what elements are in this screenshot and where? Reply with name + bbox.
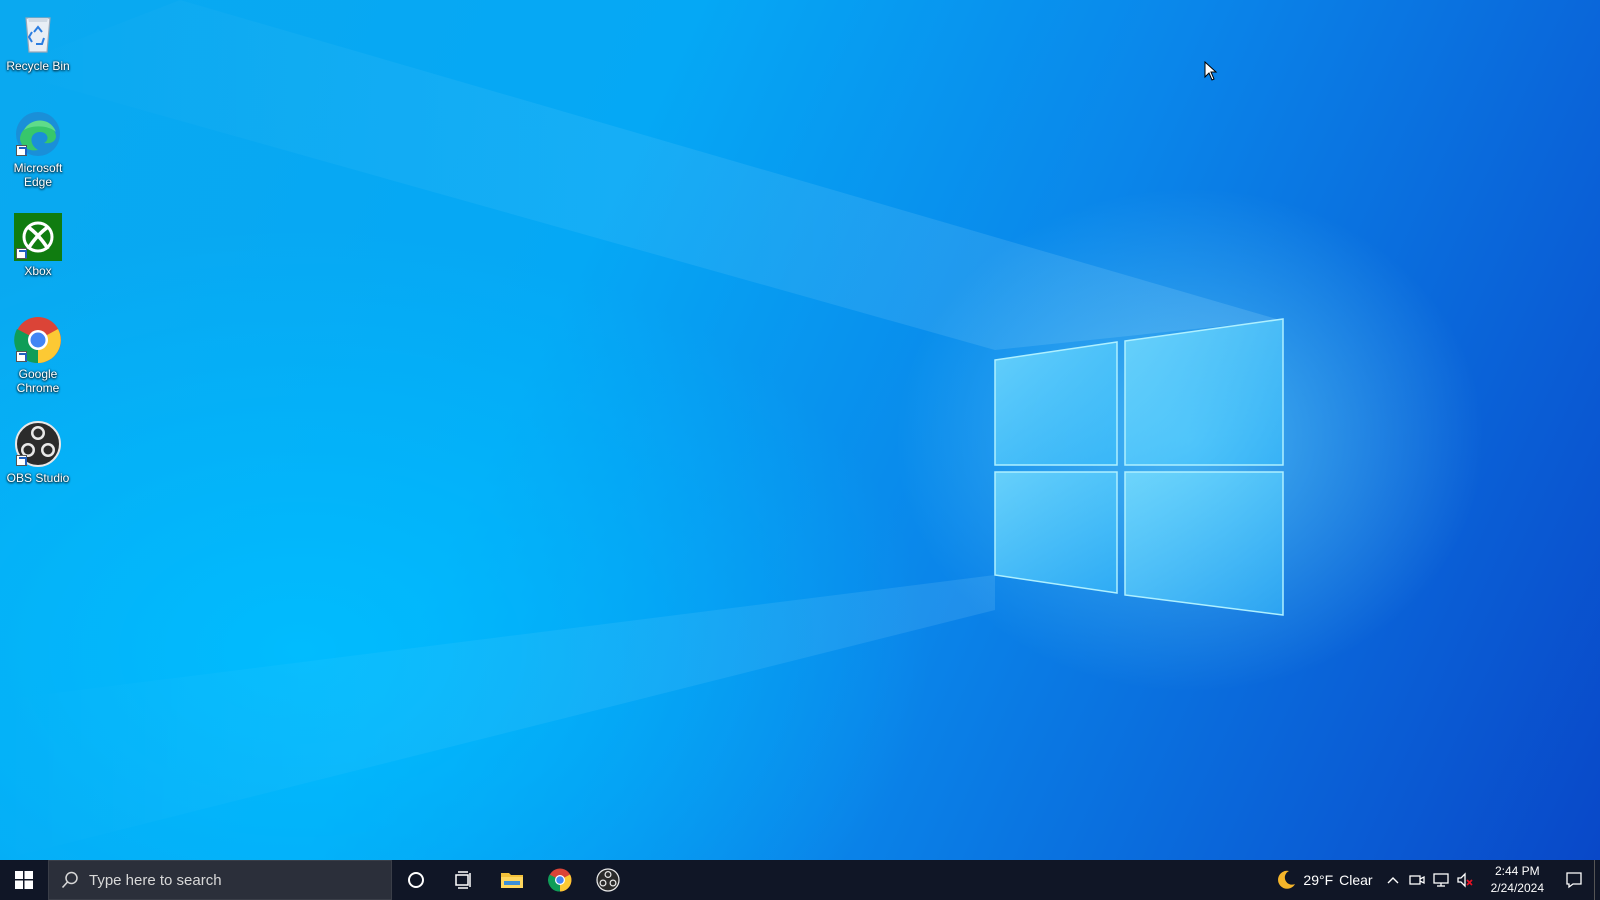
- taskbar-search-box[interactable]: Type here to search: [48, 860, 392, 900]
- edge-icon: [14, 110, 62, 158]
- clock-time: 2:44 PM: [1494, 864, 1540, 878]
- desktop-icon-recycle-bin[interactable]: Recycle Bin: [2, 8, 74, 73]
- volume-button[interactable]: [1453, 860, 1477, 900]
- start-button[interactable]: [0, 860, 48, 900]
- search-icon: [61, 871, 78, 889]
- obs-icon: [596, 868, 620, 892]
- volume-muted-icon: [1456, 872, 1473, 888]
- moon-icon: [1278, 870, 1296, 889]
- show-hidden-icons-button[interactable]: [1381, 860, 1405, 900]
- network-button[interactable]: [1429, 860, 1453, 900]
- icon-label: Recycle Bin: [6, 59, 70, 73]
- icon-label: Xbox: [24, 264, 52, 278]
- icon-label: OBS Studio: [6, 471, 70, 485]
- weather-temperature: 29°F: [1303, 872, 1334, 888]
- desktop-icon-google-chrome[interactable]: Google Chrome: [2, 316, 74, 395]
- cortana-button[interactable]: [392, 860, 440, 900]
- desktop-background: Recycle Bin Microsoft Edge Xbox Google C…: [0, 0, 1600, 860]
- task-view-button[interactable]: [440, 860, 488, 900]
- notification-icon: [1566, 872, 1582, 889]
- search-placeholder: Type here to search: [89, 871, 222, 889]
- network-icon: [1432, 873, 1449, 887]
- mouse-cursor-icon: [1204, 61, 1218, 81]
- camera-icon: [1408, 875, 1425, 885]
- chevron-up-icon: [1387, 877, 1399, 884]
- desktop-icon-microsoft-edge[interactable]: Microsoft Edge: [2, 110, 74, 189]
- windows-logo-wallpaper: [0, 0, 1284, 860]
- weather-condition: Clear: [1339, 872, 1373, 888]
- taskbar-obs[interactable]: [584, 860, 632, 900]
- taskbar-file-explorer[interactable]: [488, 860, 536, 900]
- shortcut-arrow-icon: [16, 455, 27, 466]
- shortcut-arrow-icon: [16, 248, 27, 259]
- action-center-button[interactable]: [1554, 860, 1594, 900]
- file-explorer-icon: [501, 873, 523, 888]
- weather-widget[interactable]: 29°F Clear: [1275, 869, 1373, 891]
- windows-start-icon: [15, 871, 33, 889]
- task-view-icon: [455, 871, 471, 889]
- clock-date: 2/24/2024: [1490, 881, 1544, 895]
- clock-button[interactable]: 2:44 PM 2/24/2024: [1481, 863, 1554, 897]
- xbox-icon: [14, 213, 62, 261]
- icon-label: Microsoft Edge: [13, 161, 63, 189]
- taskbar-chrome[interactable]: [536, 860, 584, 900]
- shortcut-arrow-icon: [16, 145, 27, 156]
- recycle-bin-icon: [14, 8, 62, 56]
- taskbar: Type here to search 29°F Clear 2:44 PM 2…: [0, 860, 1600, 900]
- show-desktop-button[interactable]: [1594, 860, 1600, 900]
- system-tray: 29°F Clear 2:44 PM 2/24/2024: [1275, 860, 1600, 900]
- obs-icon: [14, 420, 62, 468]
- meet-now-button[interactable]: [1405, 860, 1429, 900]
- chrome-icon: [14, 316, 62, 364]
- cortana-icon: [408, 872, 424, 888]
- chrome-icon: [548, 868, 572, 892]
- icon-label: Google Chrome: [16, 367, 60, 395]
- shortcut-arrow-icon: [16, 351, 27, 362]
- desktop-icon-obs-studio[interactable]: OBS Studio: [2, 420, 74, 485]
- desktop-icon-xbox[interactable]: Xbox: [2, 213, 74, 278]
